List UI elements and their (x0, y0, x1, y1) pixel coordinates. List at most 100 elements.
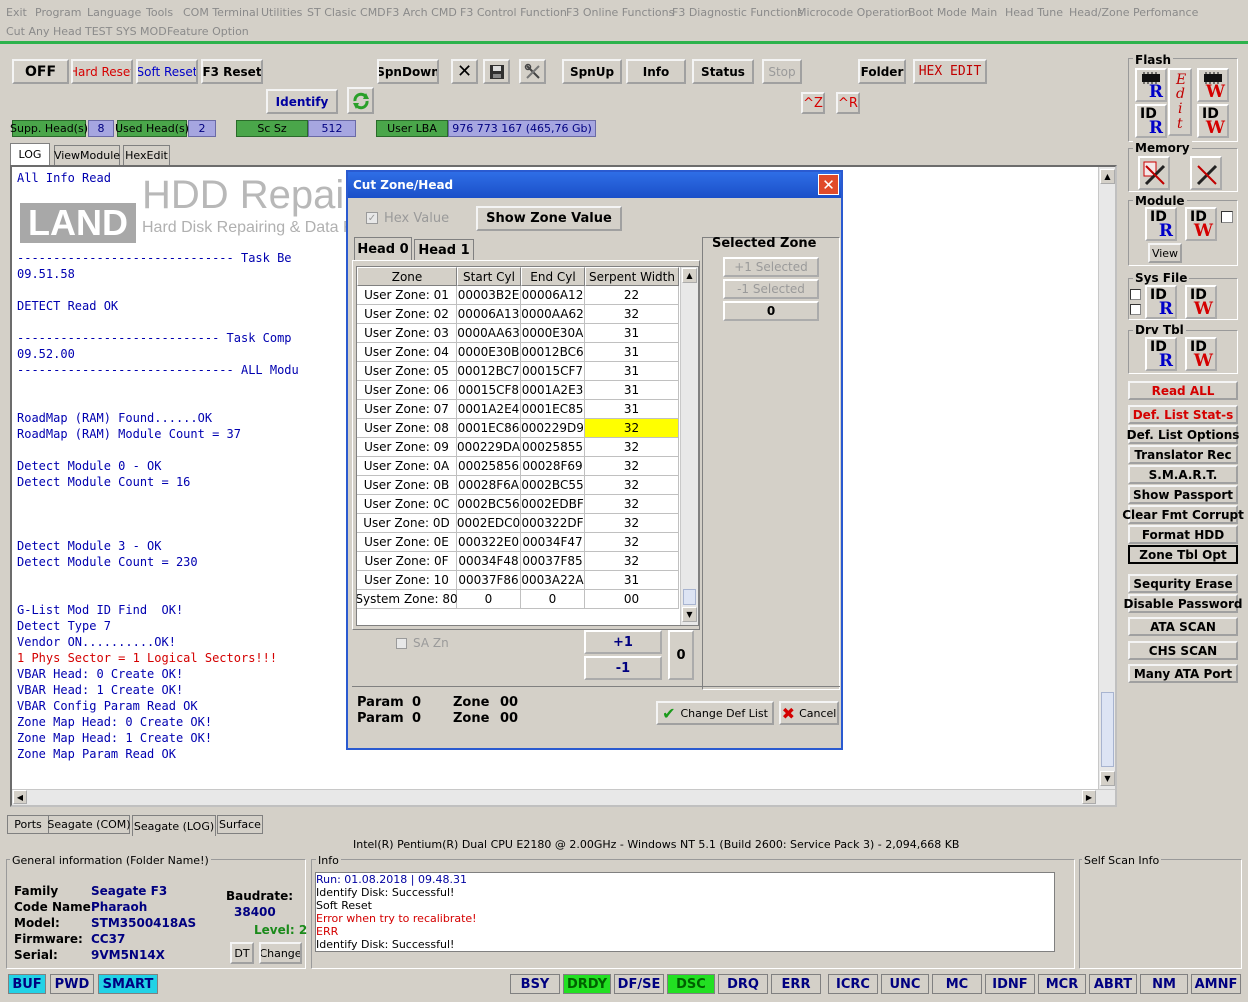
info-button[interactable]: Info (626, 59, 686, 84)
drv-tbl-id-read-icon[interactable]: ID R (1145, 337, 1177, 371)
table-cell[interactable]: User Zone: 08 (357, 419, 457, 438)
refresh-icon[interactable] (347, 87, 374, 114)
memory-read-icon[interactable] (1138, 156, 1170, 190)
scroll-up-icon[interactable]: ▲ (1100, 169, 1115, 184)
change-def-list-button[interactable]: ✔ Change Def List (656, 701, 774, 725)
table-cell[interactable]: 22 (585, 286, 679, 305)
table-cell[interactable]: 31 (585, 343, 679, 362)
dt-button[interactable]: DT (230, 942, 254, 964)
table-cell[interactable]: 00012BC7 (457, 362, 521, 381)
table-cell[interactable]: User Zone: 01 (357, 286, 457, 305)
menu-com-terminal[interactable]: COM Terminal (183, 6, 259, 19)
table-cell[interactable]: 32 (585, 305, 679, 324)
ctrl-r-button[interactable]: ^R (836, 92, 860, 114)
table-cell[interactable]: User Zone: 03 (357, 324, 457, 343)
memory-write-icon[interactable] (1190, 156, 1222, 190)
table-cell[interactable]: User Zone: 10 (357, 571, 457, 590)
flash-edit-icon[interactable]: Edit (1168, 68, 1192, 136)
menu-main[interactable]: Main (971, 6, 997, 19)
table-cell[interactable]: 31 (585, 362, 679, 381)
spndown-button[interactable]: SpnDown (377, 59, 439, 84)
tab-seagate-com[interactable]: Seagate (COM) (47, 815, 131, 834)
def-list-stats-button[interactable]: Def. List Stat-s (1128, 405, 1238, 424)
table-cell[interactable]: 31 (585, 400, 679, 419)
sys-file-checkbox-1[interactable] (1130, 289, 1141, 300)
zone-tbl-opt-button[interactable]: Zone Tbl Opt (1128, 545, 1238, 564)
table-cell[interactable]: 0002BC55 (521, 476, 585, 495)
hex-value-checkbox[interactable]: ✓ (366, 212, 378, 224)
tab-head-0[interactable]: Head 0 (354, 237, 412, 260)
clear-fmt-corrupt-button[interactable]: Clear Fmt Corrupt (1122, 505, 1244, 524)
many-ata-port-button[interactable]: Many ATA Port (1128, 664, 1238, 683)
module-checkbox[interactable] (1221, 211, 1233, 223)
table-cell[interactable]: 0000AA63 (457, 324, 521, 343)
table-cell[interactable]: User Zone: 04 (357, 343, 457, 362)
minus-one-button[interactable]: -1 (584, 656, 662, 680)
menu-f3-online-functions[interactable]: F3 Online Functions (566, 6, 674, 19)
folder-button[interactable]: Folder (858, 59, 906, 84)
zone-scroll-down-icon[interactable]: ▼ (682, 607, 697, 622)
menu-microcode-operation[interactable]: Microcode Operation (797, 6, 911, 19)
table-cell[interactable]: User Zone: 0B (357, 476, 457, 495)
disable-password-button[interactable]: Disable Password (1123, 594, 1243, 613)
table-cell[interactable]: 00015CF8 (457, 381, 521, 400)
table-cell[interactable]: 00025856 (457, 457, 521, 476)
stop-button[interactable]: Stop (762, 59, 802, 84)
table-cell[interactable]: User Zone: 09 (357, 438, 457, 457)
table-cell[interactable]: 00034F47 (521, 533, 585, 552)
flash-read-icon[interactable]: R (1135, 68, 1167, 102)
chs-scan-button[interactable]: CHS SCAN (1128, 641, 1238, 660)
table-cell[interactable]: 32 (585, 552, 679, 571)
scroll-thumb[interactable] (1101, 692, 1114, 767)
translator-rec-button[interactable]: Translator Rec (1128, 445, 1238, 464)
table-cell[interactable]: 000322DF (521, 514, 585, 533)
smart-button[interactable]: S.M.A.R.T. (1128, 465, 1238, 484)
menu-f3-diagnostic-functions[interactable]: F3 Diagnostic Functions (672, 6, 803, 19)
table-cell[interactable]: User Zone: 0A (357, 457, 457, 476)
sys-file-checkbox-2[interactable] (1130, 304, 1141, 315)
format-hdd-button[interactable]: Format HDD (1128, 525, 1238, 544)
hex-edit-button[interactable]: HEX EDIT (913, 59, 987, 84)
table-cell[interactable]: 000229D9 (521, 419, 585, 438)
dialog-close-icon[interactable]: ✕ (818, 174, 839, 195)
table-cell[interactable]: 00 (585, 590, 679, 609)
zone-scroll-thumb[interactable] (683, 589, 696, 605)
table-cell[interactable]: 31 (585, 571, 679, 590)
table-cell[interactable]: 0000E30A (521, 324, 585, 343)
module-id-write-icon[interactable]: ID W (1185, 207, 1217, 241)
table-cell[interactable]: 32 (585, 419, 679, 438)
menu-f3-arch-cmd[interactable]: F3 Arch CMD (386, 6, 457, 19)
table-cell[interactable]: 00034F48 (457, 552, 521, 571)
menu-st-clasic-cmd[interactable]: ST Clasic CMD (307, 6, 386, 19)
table-cell[interactable]: User Zone: 0D (357, 514, 457, 533)
sa-zn-checkbox[interactable] (396, 638, 407, 649)
table-cell[interactable]: 32 (585, 457, 679, 476)
col-start-cyl[interactable]: Start Cyl (457, 267, 521, 286)
table-cell[interactable]: 00028F6A (457, 476, 521, 495)
col-serpent-width[interactable]: Serpent Width (585, 267, 679, 286)
menu-program[interactable]: Program (35, 6, 81, 19)
table-cell[interactable]: 00012BC6 (521, 343, 585, 362)
minus-one-selected-button[interactable]: -1 Selected (723, 279, 819, 299)
table-cell[interactable]: User Zone: 07 (357, 400, 457, 419)
zone-table-scrollbar[interactable]: ▲ ▼ (680, 267, 698, 625)
table-cell[interactable]: 00037F86 (457, 571, 521, 590)
module-id-read-icon[interactable]: ID R (1145, 207, 1177, 241)
zone-scroll-up-icon[interactable]: ▲ (682, 268, 697, 283)
table-cell[interactable]: System Zone: 80 (357, 590, 458, 609)
menu-exit[interactable]: Exit (6, 6, 27, 19)
table-cell[interactable]: 31 (585, 381, 679, 400)
table-cell[interactable]: 32 (585, 514, 679, 533)
cancel-button[interactable]: ✖ Cancel (779, 701, 839, 725)
flash-id-read-icon[interactable]: ID R (1135, 104, 1167, 138)
table-cell[interactable]: 0002EDC0 (457, 514, 521, 533)
spnup-button[interactable]: SpnUp (562, 59, 622, 84)
log-hscrollbar[interactable]: ◀ ▶ (12, 789, 1115, 805)
table-cell[interactable]: 0001EC85 (521, 400, 585, 419)
hard-reset-button[interactable]: Hard Reset (71, 59, 133, 84)
menu-language[interactable]: Language (87, 6, 141, 19)
ctrl-z-button[interactable]: ^Z (801, 92, 825, 114)
soft-reset-button[interactable]: Soft Reset (136, 59, 198, 84)
table-cell[interactable]: 0001EC86 (457, 419, 521, 438)
def-list-options-button[interactable]: Def. List Options (1127, 425, 1239, 444)
